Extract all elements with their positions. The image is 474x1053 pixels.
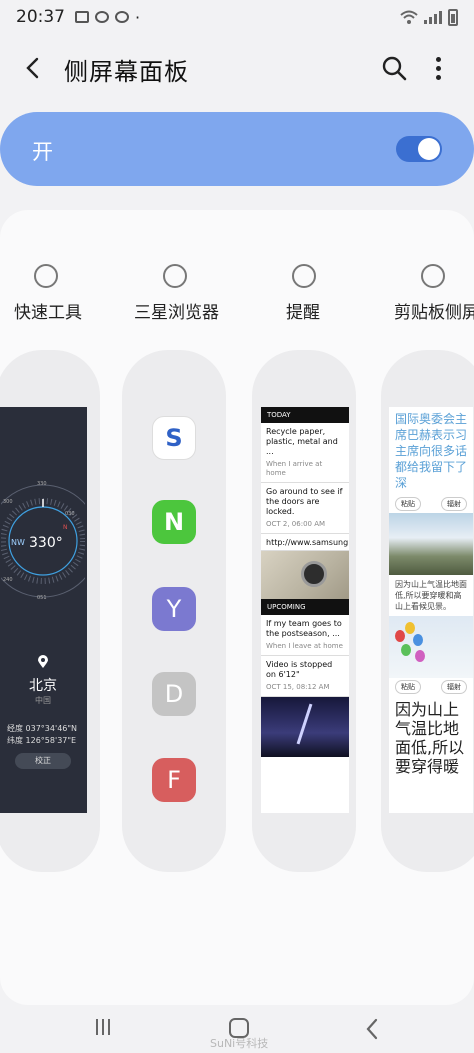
notification-icons: ·	[75, 8, 140, 27]
panel-label-quick-tools: 快速工具	[14, 303, 82, 323]
page-title: 侧屏幕面板	[64, 58, 189, 86]
svg-text:N: N	[63, 524, 68, 531]
compass-tick-051: 051	[37, 595, 47, 601]
reminder-item: If my team goes to the postseason, ... W…	[261, 615, 349, 656]
reminder-preview: TODAY Recycle paper, plastic, metal and …	[261, 407, 349, 813]
location-pin-icon	[38, 655, 48, 668]
bookmark-s-icon: S	[152, 416, 196, 460]
toggle-knob	[418, 138, 440, 160]
status-time: 20:37	[16, 7, 65, 27]
clipboard-caption: 因为山上气温比地面低,所以要穿暖和高山上看候见景。	[395, 580, 467, 611]
panel-card-browser[interactable]: S N Y D F	[122, 350, 226, 872]
compass-dial: 330 300 030 051 240 NW 330° N	[1, 481, 85, 601]
compass-tick-240: 240	[3, 577, 13, 583]
compass-longitude: 经度 037°34'46"N	[7, 724, 78, 733]
reminder-item: http://www.samsung.com	[261, 534, 349, 551]
compass-city: 北京	[29, 678, 57, 694]
panel-card-reminder[interactable]: TODAY Recycle paper, plastic, metal and …	[252, 350, 356, 872]
compass-latitude: 纬度 126°58'37"E	[7, 736, 77, 745]
compass-country: 中国	[35, 696, 51, 705]
panel-card-quick-tools[interactable]: 330 300 030 051 240 NW 330° N 北京 中国 经度 0…	[0, 350, 100, 872]
panel-label-reminder: 提醒	[286, 303, 320, 323]
panel-radio-clipboard[interactable]	[421, 264, 445, 288]
clipboard-text: 国际奥委会主席巴赫表示习主席向很多话都给我留下了深	[395, 412, 468, 490]
compass-heading: 330°	[29, 535, 63, 551]
copy-button: 辐射	[441, 497, 467, 511]
panel-label-clipboard: 剪贴板侧屏	[394, 303, 474, 323]
reminder-storm-image	[261, 697, 349, 757]
paste-button: 粘贴	[395, 497, 421, 511]
compass-tick-300: 300	[3, 499, 13, 505]
navigation-bar: SuNi号科技	[0, 1005, 474, 1053]
copy-button: 辐射	[441, 680, 467, 694]
paste-button: 粘贴	[395, 680, 421, 694]
bookmark-n-icon: N	[152, 500, 196, 544]
compass-tick-330: 330	[37, 481, 47, 487]
panel-label-browser: 三星浏览器	[134, 303, 219, 323]
master-switch-label: 开	[32, 140, 53, 164]
reminder-map-image	[261, 551, 349, 599]
app-bar: 侧屏幕面板	[0, 40, 474, 96]
master-switch-bar[interactable]: 开	[0, 112, 474, 186]
bookmark-f-icon: F	[152, 758, 196, 802]
clipboard-large-text: 因为山上气温比地面低,所以要穿得暖	[395, 700, 465, 776]
recents-icon[interactable]	[96, 1019, 110, 1035]
clipboard-balloon-image	[389, 616, 473, 678]
compass-preview: 330 300 030 051 240 NW 330° N 北京 中国 经度 0…	[0, 407, 87, 813]
more-notifications-dot: ·	[135, 7, 141, 27]
panel-radio-browser[interactable]	[163, 264, 187, 288]
watermark: SuNi号科技	[210, 1037, 269, 1050]
back-nav-icon[interactable]	[362, 1017, 382, 1041]
panel-radio-quick-tools[interactable]	[34, 264, 58, 288]
calibrate-button: 校正	[15, 753, 71, 769]
sync-icon	[115, 11, 129, 23]
compass-tick-030: 030	[65, 511, 75, 517]
battery-icon	[448, 8, 458, 26]
bookmark-d-icon: D	[152, 672, 196, 716]
clipboard-mountain-image	[389, 513, 473, 575]
weibo-icon	[95, 11, 109, 23]
reminder-upcoming-header: UPCOMING	[261, 599, 349, 615]
reminder-item: Video is stopped on 6'12" OCT 15, 08:12 …	[261, 656, 349, 697]
bookmark-y-icon: Y	[152, 587, 196, 631]
status-bar: 20:37 ·	[0, 0, 474, 34]
panel-card-clipboard[interactable]: 国际奥委会主席巴赫表示习主席向很多话都给我留下了深 粘贴 辐射 因为山上气温比地…	[381, 350, 474, 872]
signal-icon	[424, 10, 442, 24]
reminder-item: Go around to see if the doors are locked…	[261, 483, 349, 534]
wifi-icon	[400, 10, 418, 24]
search-icon[interactable]	[380, 54, 408, 82]
reminder-item: Recycle paper, plastic, metal and ... Wh…	[261, 423, 349, 483]
more-options-icon[interactable]	[428, 54, 448, 82]
edge-panels-container: 快速工具 三星浏览器 提醒 剪贴板侧屏 330 300 030 051 240 …	[0, 210, 474, 1005]
compass-direction: NW	[11, 538, 25, 547]
gallery-icon	[75, 11, 89, 23]
master-toggle[interactable]	[396, 136, 442, 162]
clipboard-preview: 国际奥委会主席巴赫表示习主席向很多话都给我留下了深 粘贴 辐射 因为山上气温比地…	[389, 407, 473, 813]
panel-radio-reminder[interactable]	[292, 264, 316, 288]
back-arrow-icon[interactable]	[20, 54, 48, 82]
reminder-today-header: TODAY	[261, 407, 349, 423]
